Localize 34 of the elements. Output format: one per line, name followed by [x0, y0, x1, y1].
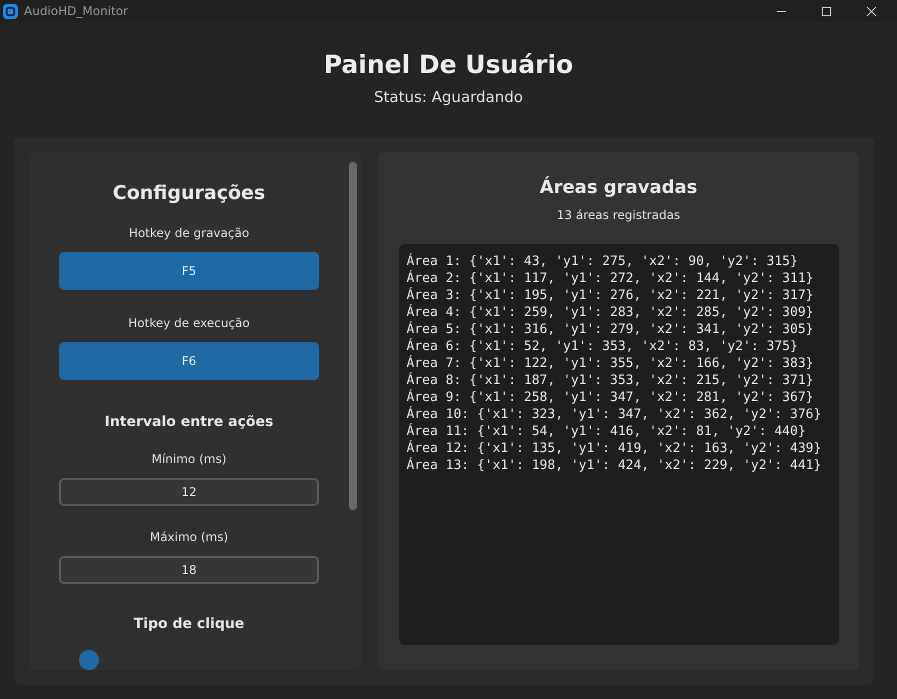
radio-button[interactable]	[79, 650, 99, 670]
hotkey-label: Hotkey de gravação	[128, 226, 250, 240]
area-line: Área 2: {'x1': 117, 'y1': 272, 'x2': 144, 'y2': 311}	[406, 270, 814, 287]
scrollbar[interactable]	[349, 162, 357, 510]
click-type-title: Tipo de clique	[134, 616, 244, 632]
area-line: Área 11: {'x1': 54, 'y1': 416, 'x2': 81, 'y2': 440}	[406, 423, 807, 440]
area-line: Área 7: {'x1': 122, 'y1': 355, 'x2': 166, 'y2': 383}	[406, 355, 814, 372]
status-text: Status: Aguardando	[373, 88, 524, 106]
settings-title: Configurações	[112, 182, 266, 204]
area-line: Área 5: {'x1': 316, 'y1': 279, 'x2': 341, 'y2': 305}	[406, 321, 814, 338]
window-title: AudioHD_Monitor	[24, 4, 128, 18]
interval-field[interactable]: 12	[59, 478, 319, 506]
maximize-icon[interactable]	[821, 6, 832, 16]
area-line: Área 1: {'x1': 43, 'y1': 275, 'x2': 90, 'y2': 315}	[406, 253, 799, 270]
hotkey-button[interactable]: F5	[59, 252, 319, 290]
close-icon[interactable]	[866, 6, 877, 16]
areas-count: 13 áreas registradas	[556, 208, 680, 222]
area-line: Área 13: {'x1': 198, 'y1': 424, 'x2': 229, 'y2': 441}	[406, 457, 822, 474]
interval-label: Máximo (ms)	[150, 530, 228, 544]
page-title: Painel De Usuário	[322, 50, 574, 79]
area-line: Área 9: {'x1': 258, 'y1': 347, 'x2': 281, 'y2': 367}	[406, 389, 814, 406]
interval-label: Mínimo (ms)	[152, 452, 226, 466]
area-line: Área 4: {'x1': 259, 'y1': 283, 'x2': 285, 'y2': 309}	[406, 304, 814, 321]
area-line: Área 10: {'x1': 323, 'y1': 347, 'x2': 362, 'y2': 376}	[406, 406, 822, 423]
area-line: Área 3: {'x1': 195, 'y1': 276, 'x2': 221, 'y2': 317}	[406, 287, 814, 304]
areas-title: Áreas gravadas	[540, 177, 698, 198]
app-icon	[3, 4, 18, 18]
area-line: Área 8: {'x1': 187, 'y1': 353, 'x2': 215, 'y2': 371}	[406, 372, 814, 389]
area-line: Área 6: {'x1': 52, 'y1': 353, 'x2': 83, 'y2': 375}	[406, 338, 799, 355]
hotkey-label: Hotkey de execução	[128, 316, 250, 330]
interval-title: Intervalo entre ações	[104, 414, 274, 430]
area-line: Área 12: {'x1': 135, 'y1': 419, 'x2': 163, 'y2': 439}	[406, 440, 822, 457]
interval-field[interactable]: 18	[59, 556, 319, 584]
hotkey-button[interactable]: F6	[59, 342, 319, 380]
